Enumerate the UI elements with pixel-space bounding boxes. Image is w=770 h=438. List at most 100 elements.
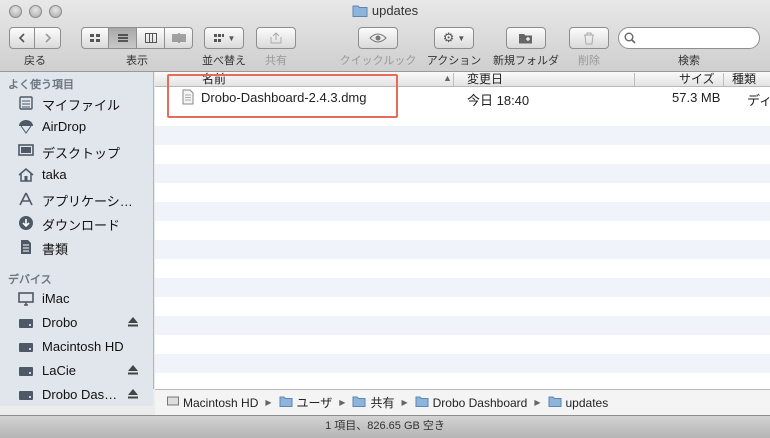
sidebar: よく使う項目 マイファイル AirDrop デスクトップ taka アプリケーシ… <box>0 72 154 389</box>
forward-arrow-icon <box>44 33 51 43</box>
sidebar-item-label: デスクトップ <box>42 146 121 161</box>
icon-view-icon <box>90 34 100 42</box>
path-item-label: Drobo Dashboard <box>432 395 528 410</box>
delete-label: 削除 <box>578 55 600 67</box>
status-bar: 1 項目、826.65 GB 空き <box>0 415 770 438</box>
quicklook-button[interactable] <box>358 27 398 49</box>
sidebar-item-lacie[interactable]: LaCie <box>0 360 153 382</box>
column-view-icon <box>144 33 157 43</box>
coverflow-view-button[interactable] <box>165 27 193 49</box>
list-view-button[interactable] <box>109 27 137 49</box>
arrange-button[interactable]: ▼ <box>204 27 244 49</box>
search-field[interactable] <box>618 27 760 49</box>
path-separator-icon: ▶ <box>401 398 408 407</box>
column-modified-header[interactable]: 変更日 <box>467 72 503 87</box>
sidebar-item-label: アプリケーシ… <box>42 194 133 209</box>
column-size-header[interactable]: サイズ <box>679 72 715 87</box>
sidebar-item-label: ダウンロード <box>42 218 121 233</box>
sidebar-item-label: 書類 <box>42 242 69 257</box>
trash-icon <box>584 32 594 44</box>
path-separator-icon: ▶ <box>265 398 272 407</box>
drive-icon <box>167 395 179 410</box>
view-label: 表示 <box>126 55 148 67</box>
sidebar-item-label: Drobo Das… <box>42 387 118 402</box>
downloads-icon <box>18 215 36 231</box>
computer-icon <box>18 291 36 307</box>
sidebar-item-drobo-dashboard[interactable]: Drobo Das… <box>0 384 153 406</box>
column-kind-header[interactable]: 種類 <box>732 72 756 87</box>
sidebar-item-imac[interactable]: iMac <box>0 288 153 310</box>
all-my-files-icon <box>18 95 36 111</box>
new-folder-label: 新規フォルダ <box>493 55 559 67</box>
sidebar-item-downloads[interactable]: ダウンロード <box>0 212 153 234</box>
sidebar-item-airdrop[interactable]: AirDrop <box>0 116 153 138</box>
sidebar-item-drobo[interactable]: Drobo <box>0 312 153 334</box>
path-item-macintosh-hd[interactable]: Macintosh HD <box>167 395 258 410</box>
drive-icon <box>18 315 36 331</box>
sidebar-item-label: Macintosh HD <box>42 339 124 354</box>
folder-icon <box>548 395 562 410</box>
drive-icon <box>18 363 36 379</box>
documents-icon <box>18 239 36 255</box>
chevron-down-icon: ▼ <box>457 33 466 43</box>
action-label: アクション <box>426 55 482 67</box>
action-button[interactable]: ⚙ ▼ <box>434 27 474 49</box>
sidebar-item-applications[interactable]: アプリケーシ… <box>0 188 153 210</box>
sidebar-item-all-my-files[interactable]: マイファイル <box>0 92 153 114</box>
share-label: 共有 <box>265 55 287 67</box>
back-arrow-icon <box>18 33 25 43</box>
sidebar-item-label: taka <box>42 167 67 182</box>
sidebar-item-label: LaCie <box>42 363 76 378</box>
search-icon <box>624 32 636 47</box>
coverflow-view-icon <box>172 33 185 43</box>
share-button[interactable] <box>256 27 296 49</box>
arrange-label: 並べ替え <box>202 55 246 67</box>
folder-icon <box>352 395 366 410</box>
home-icon <box>18 167 36 183</box>
toolbar: updates 戻る 表示 ▼ 並べ替え 共有 クイックルック ⚙ ▼ アクショ… <box>0 0 770 72</box>
sidebar-item-label: Drobo <box>42 315 78 330</box>
column-view-button[interactable] <box>137 27 165 49</box>
path-item-label: Macintosh HD <box>183 395 259 410</box>
sidebar-item-desktop[interactable]: デスクトップ <box>0 140 153 162</box>
path-item-shared[interactable]: 共有 <box>352 394 394 411</box>
file-kind: ディ <box>747 93 770 108</box>
path-item-label: 共有 <box>370 396 395 410</box>
folder-icon <box>415 395 429 410</box>
finder-window: updates 戻る 表示 ▼ 並べ替え 共有 クイックルック ⚙ ▼ アクショ… <box>0 0 770 438</box>
sidebar-item-label: AirDrop <box>42 119 87 134</box>
sidebar-item-label: マイファイル <box>42 98 121 113</box>
eject-icon[interactable] <box>127 388 139 402</box>
new-folder-button[interactable] <box>506 27 546 49</box>
path-item-users[interactable]: ユーザ <box>279 394 332 411</box>
devices-heading: デバイス <box>8 274 52 286</box>
applications-icon <box>18 191 36 207</box>
back-button[interactable] <box>9 27 35 49</box>
path-bar: Macintosh HD ▶ ユーザ ▶ 共有 ▶ Drobo Dashboar… <box>155 389 770 415</box>
search-input[interactable] <box>639 31 754 45</box>
sidebar-item-documents[interactable]: 書類 <box>0 236 153 258</box>
disk-image-icon <box>18 387 36 403</box>
eject-icon[interactable] <box>127 316 139 330</box>
sort-ascending-icon: ▲ <box>443 73 452 83</box>
path-item-updates[interactable]: updates <box>548 395 608 410</box>
path-separator-icon: ▶ <box>534 398 541 407</box>
path-separator-icon: ▶ <box>339 398 346 407</box>
users-folder-icon <box>279 395 293 410</box>
file-modified: 今日 18:40 <box>467 93 530 108</box>
folder-icon <box>352 4 368 20</box>
forward-button[interactable] <box>35 27 61 49</box>
delete-button[interactable] <box>569 27 609 49</box>
sidebar-item-home[interactable]: taka <box>0 164 153 186</box>
file-list: 名前 ▲ 変更日 サイズ 種類 Drobo-Dashboard-2.4.3.dm… <box>155 72 770 389</box>
path-item-drobo-dashboard[interactable]: Drobo Dashboard <box>415 395 528 410</box>
window-title: updates <box>0 3 770 20</box>
back-label: 戻る <box>24 55 46 67</box>
eject-icon[interactable] <box>127 364 139 378</box>
sidebar-item-macintosh-hd[interactable]: Macintosh HD <box>0 336 153 358</box>
file-size: 57.3 MB <box>672 90 721 105</box>
desktop-icon <box>18 143 36 159</box>
icon-view-button[interactable] <box>81 27 109 49</box>
gear-icon: ⚙ <box>442 30 455 45</box>
arrange-grid-icon <box>213 34 224 42</box>
